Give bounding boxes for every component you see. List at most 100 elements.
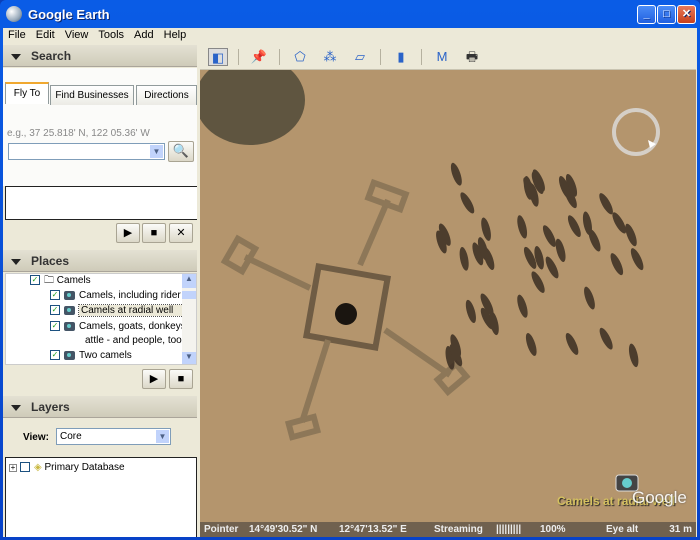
divider — [238, 49, 239, 65]
list-item-selected[interactable]: ✓ Camels at radial well — [50, 304, 189, 318]
tree-canopy — [200, 70, 305, 145]
google-watermark: Google — [632, 488, 687, 507]
clear-button[interactable]: ✕ — [169, 223, 193, 243]
camel — [630, 248, 644, 271]
checkbox[interactable]: ✓ — [50, 290, 60, 301]
divider — [380, 49, 381, 65]
layers-header[interactable]: Layers — [3, 396, 197, 418]
title-bar: Google Earth _ □ ✕ — [0, 0, 700, 28]
layer-primary-database[interactable]: + ◈ Primary Database — [9, 461, 125, 475]
scroll-thumb[interactable] — [182, 291, 196, 299]
camel — [450, 162, 462, 186]
camel — [517, 294, 528, 318]
chevron-down-icon[interactable]: ▼ — [150, 145, 163, 158]
play-button[interactable]: ▶ — [116, 223, 140, 243]
email-icon[interactable]: M — [432, 48, 452, 66]
app-window: Google Earth _ □ ✕ File Edit View Tools … — [0, 0, 700, 540]
menu-add[interactable]: Add — [129, 28, 159, 42]
scroll-down-icon[interactable]: ▼ — [182, 352, 196, 364]
places-header[interactable]: Places — [3, 250, 197, 272]
tab-fly-to[interactable]: Fly To — [5, 82, 49, 104]
places-tree: ✓ 🗀 Camels ✓ Camels, including rider ✓ Came… — [5, 273, 197, 365]
camel — [612, 212, 627, 234]
expand-icon[interactable]: + — [9, 464, 17, 472]
list-item[interactable]: ✓ Camels, including rider — [50, 289, 181, 303]
ruler-icon[interactable]: ▮ — [391, 48, 411, 66]
view-select[interactable]: Core ▼ — [56, 428, 171, 445]
collapse-icon — [11, 53, 21, 60]
tab-find-businesses[interactable]: Find Businesses — [50, 85, 134, 105]
search-hint: e.g., 37 25.818' N, 122 05.36' W — [7, 128, 150, 139]
google-earth-logo-icon — [6, 6, 22, 22]
minimize-button[interactable]: _ — [637, 5, 656, 24]
checkbox[interactable] — [20, 462, 30, 473]
well — [335, 303, 357, 325]
database-icon: ◈ — [34, 462, 42, 473]
camel — [517, 215, 528, 239]
add-placemark-icon[interactable]: 📌 — [249, 48, 269, 66]
list-item[interactable]: ✓ Camels, goats, donkeys — [50, 320, 186, 334]
camel — [599, 327, 613, 350]
checkbox[interactable]: ✓ — [50, 350, 60, 361]
checkbox[interactable]: ✓ — [50, 321, 60, 332]
sidebar: Search Fly To Find Businesses Directions… — [3, 45, 197, 537]
close-button[interactable]: ✕ — [677, 5, 696, 24]
item-label: Camels, goats, donkeys — [79, 321, 186, 332]
camera-icon — [64, 350, 75, 360]
camel-herd — [436, 162, 644, 370]
collapse-icon — [11, 258, 21, 265]
sidebar-toggle-icon[interactable]: ◧ — [208, 48, 228, 66]
streaming-percent: 100% — [540, 524, 566, 535]
places-scrollbar[interactable]: ▲ ▼ — [182, 274, 196, 364]
print-icon[interactable]: 🖶 — [462, 48, 482, 66]
navigation-compass[interactable] — [612, 108, 660, 156]
divider — [279, 49, 280, 65]
list-item[interactable]: ✓ Two camels — [50, 349, 132, 363]
places-stop-button[interactable]: ■ — [169, 369, 193, 389]
camel — [565, 332, 579, 355]
stop-button[interactable]: ■ — [142, 223, 166, 243]
search-results — [5, 186, 197, 220]
layer-label: Primary Database — [44, 462, 125, 473]
aerial-imagery — [200, 70, 660, 492]
scroll-up-icon[interactable]: ▲ — [182, 274, 196, 288]
places-title: Places — [31, 254, 70, 268]
camel — [545, 256, 559, 279]
places-play-button[interactable]: ▶ — [142, 369, 166, 389]
streaming-label: Streaming — [434, 524, 483, 535]
add-polygon-icon[interactable]: ⬠ — [290, 48, 310, 66]
search-pane: Fly To Find Businesses Directions e.g., … — [3, 68, 197, 186]
search-title: Search — [31, 49, 72, 63]
menu-help[interactable]: Help — [159, 28, 192, 42]
fly-to-input[interactable] — [8, 143, 165, 160]
camel — [584, 286, 595, 310]
camel — [625, 223, 637, 247]
tab-directions[interactable]: Directions — [136, 85, 197, 105]
eye-alt-label: Eye alt — [606, 524, 639, 535]
add-path-icon[interactable]: ⁂ — [320, 48, 340, 66]
camel — [460, 192, 475, 214]
chevron-down-icon[interactable]: ▼ — [156, 430, 169, 443]
add-image-overlay-icon[interactable]: ▱ — [350, 48, 370, 66]
view-label: View: — [23, 432, 49, 443]
menu-view[interactable]: View — [60, 28, 94, 42]
checkbox[interactable]: ✓ — [50, 305, 60, 316]
camel — [610, 253, 624, 276]
map-view[interactable]: Camels at radial well Google Pointer 14°… — [200, 70, 696, 537]
menu-edit[interactable]: Edit — [31, 28, 60, 42]
menu-file[interactable]: File — [3, 28, 31, 42]
pointer-latitude: 14°49'30.52" N — [249, 524, 318, 535]
item-label: Camels at radial well — [77, 304, 189, 317]
tree-folder-camels[interactable]: ✓ 🗀 Camels — [30, 274, 91, 288]
menu-tools[interactable]: Tools — [93, 28, 129, 42]
magnifier-icon: 🔍 — [172, 143, 190, 158]
camel — [465, 299, 476, 323]
search-button[interactable]: 🔍 — [168, 141, 194, 162]
maximize-button[interactable]: □ — [657, 5, 676, 24]
folder-icon: 🗀 — [44, 275, 54, 286]
camel — [599, 193, 613, 215]
camel — [531, 271, 545, 293]
search-header[interactable]: Search — [3, 45, 197, 67]
checkbox[interactable]: ✓ — [30, 275, 40, 286]
item-label-continued: attle - and people, too! — [85, 335, 185, 346]
